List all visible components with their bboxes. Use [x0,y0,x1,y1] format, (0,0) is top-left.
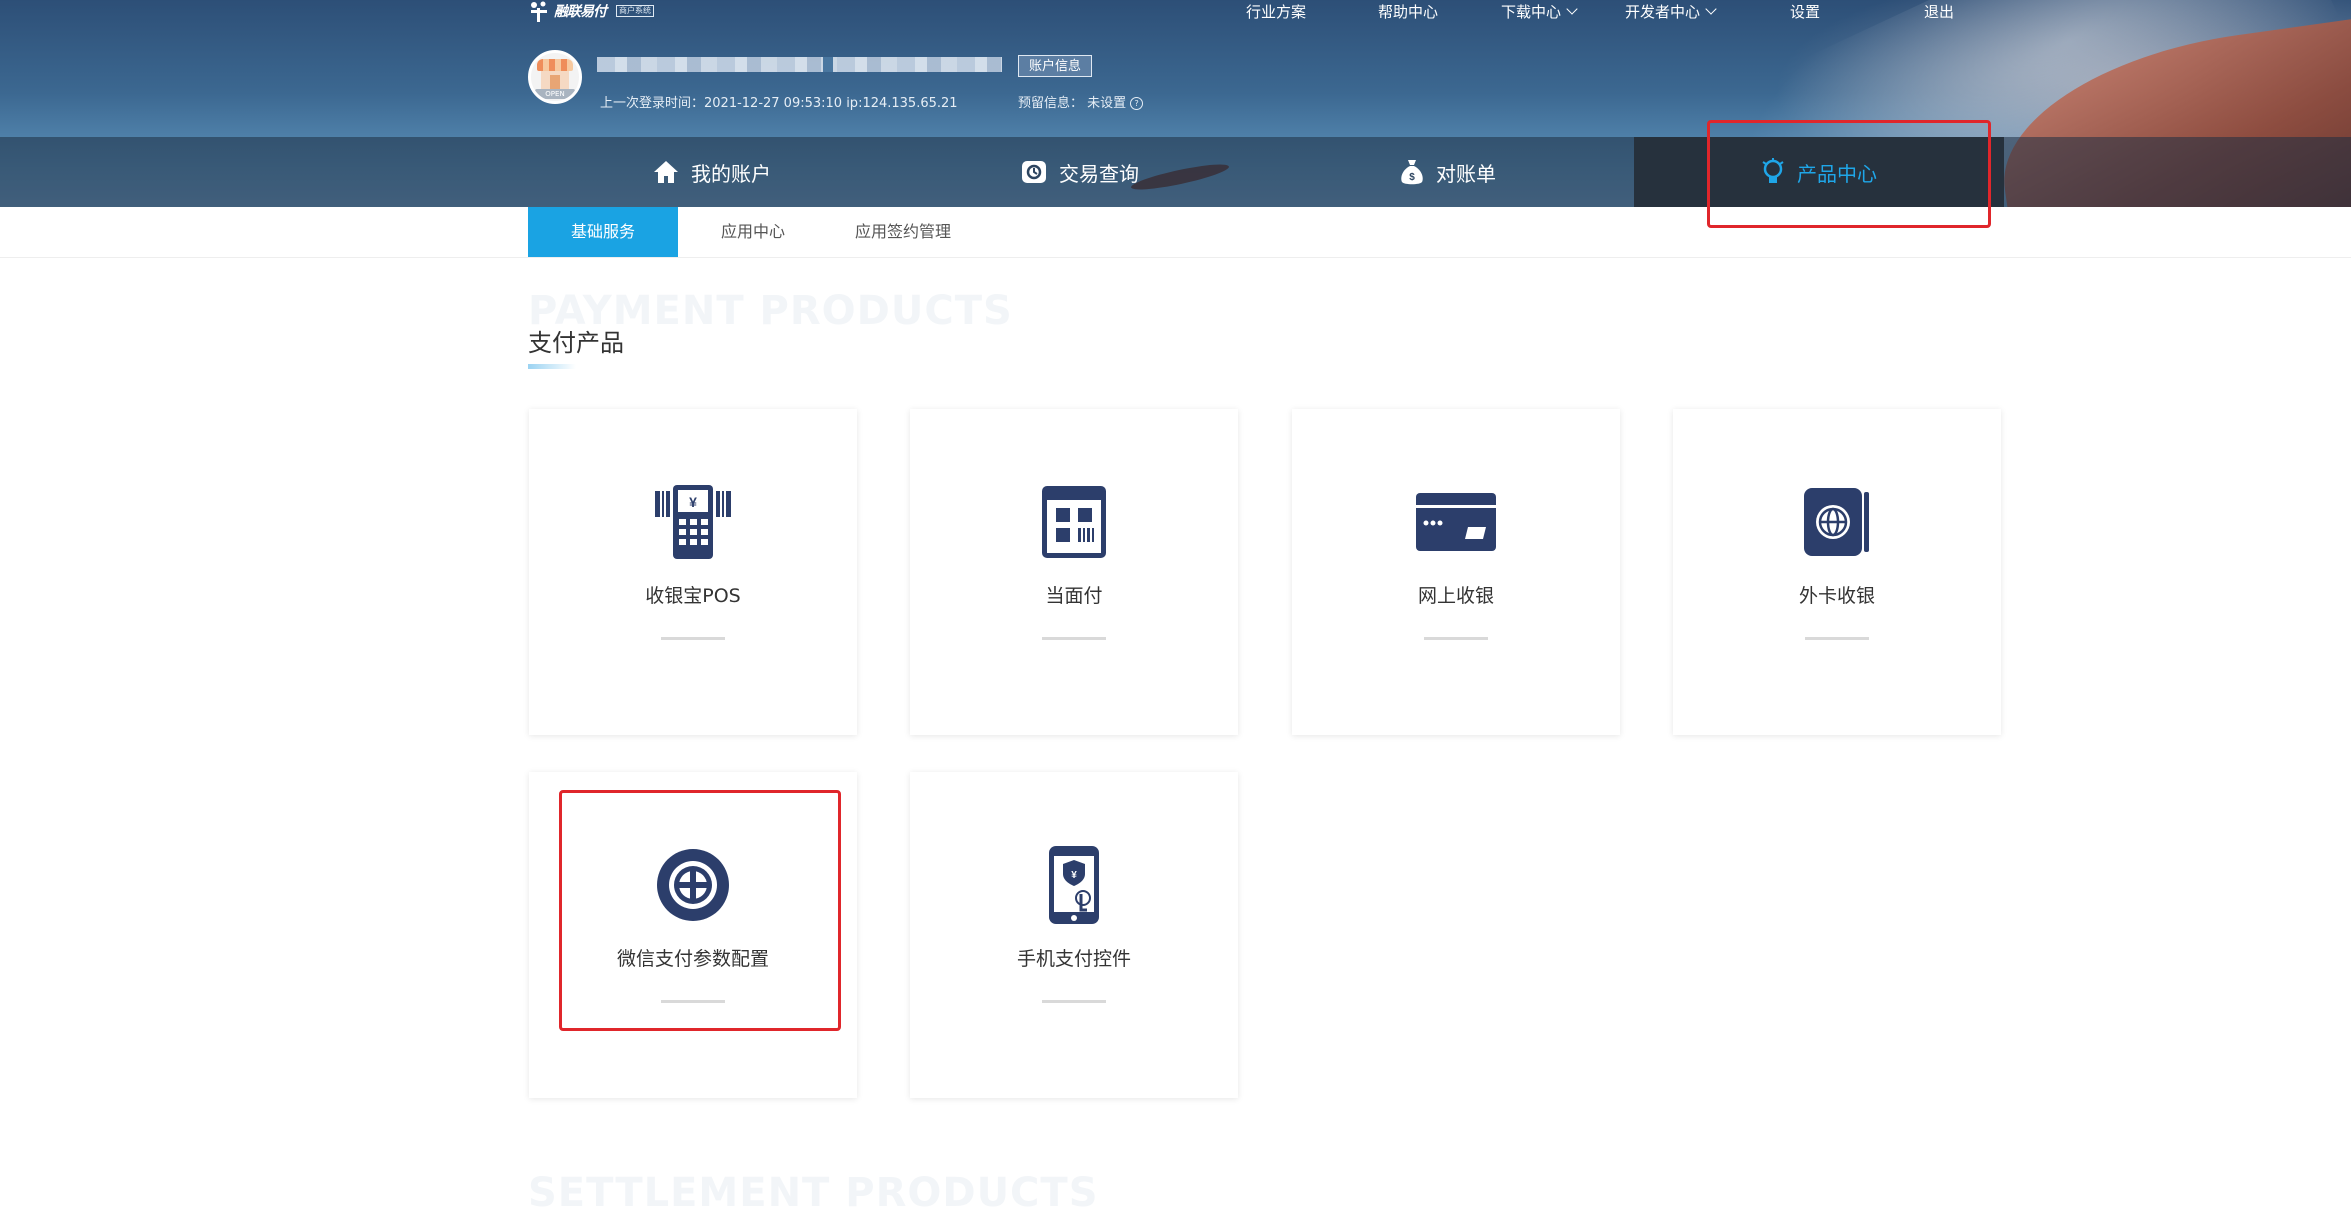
money-bag-icon: $ [1400,158,1424,186]
top-link-settings[interactable]: 设置 [1790,1,1820,22]
svg-text:$: $ [1409,172,1415,183]
top-link-industry[interactable]: 行业方案 [1246,1,1306,22]
qr-code-icon [1034,482,1114,562]
section-title: 支付产品 [528,329,624,357]
help-icon[interactable]: ? [1130,97,1144,110]
product-underline [661,1000,725,1003]
logo-text: 融联易付 [554,4,607,20]
query-icon [1021,160,1047,184]
tab-app-signing-management[interactable]: 应用签约管理 [838,207,968,257]
target-icon [653,845,733,925]
section-underline [528,364,576,369]
logo-subtitle: 商户系统 [616,5,654,17]
svg-text:¥: ¥ [689,494,697,510]
avatar: OPEN [528,50,582,104]
logo[interactable]: 融联易付 商户系统 [528,0,654,22]
top-link-developer[interactable]: 开发者中心 [1625,1,1717,22]
nav-item-statement[interactable]: $ 对账单 [1264,137,1632,207]
product-card-wechat-pay-config[interactable]: 微信支付参数配置 [529,772,857,1098]
product-card-mobile-pay-control[interactable]: ¥ 手机支付控件 [910,772,1238,1098]
svg-text:¥: ¥ [1071,870,1077,881]
next-section-ghost-title: SETTLEMENT PRODUCTS [528,1170,1099,1216]
reserve-info: 预留信息： 未设置? [1018,92,1144,111]
logo-icon [528,0,550,22]
globe-card-icon [1797,482,1877,562]
product-underline [1042,637,1106,640]
product-underline [1042,1000,1106,1003]
mobile-pay-icon: ¥ [1034,845,1114,925]
main-nav: 我的账户 交易查询 $ 对账单 产品中心 [0,137,2351,207]
bank-card-icon [1416,482,1496,562]
product-label: 当面付 [1045,585,1103,607]
masked-merchant-name [597,57,1002,72]
product-card-foreign-card[interactable]: 外卡收银 [1673,409,2001,735]
top-link-download[interactable]: 下载中心 [1501,1,1578,22]
home-icon [653,160,679,184]
sub-tabs: 基础服务 应用中心 应用签约管理 [0,207,2351,258]
chevron-down-icon [1566,3,1578,15]
product-label: 手机支付控件 [1016,948,1131,970]
last-login-info: 上一次登录时间：2021-12-27 09:53:10 ip:124.135.6… [600,96,958,111]
nav-item-transaction-query[interactable]: 交易查询 [896,137,1264,207]
tab-app-center[interactable]: 应用中心 [698,207,808,257]
product-underline [1805,637,1869,640]
header-banner: 融联易付 商户系统 行业方案 帮助中心 下载中心 开发者中心 设置 退出 OPE… [0,0,2351,207]
product-underline [1424,637,1488,640]
avatar-sign: OPEN [535,89,575,99]
product-card-face-pay[interactable]: 当面付 [910,409,1238,735]
product-label: 收银宝POS [645,585,741,607]
reserve-info-text: 预留信息： 未设置 [1018,96,1127,111]
lightbulb-icon [1761,158,1785,186]
product-label: 微信支付参数配置 [616,948,769,970]
product-card-pos[interactable]: ¥ 收银宝POS [529,409,857,735]
account-info-button[interactable]: 账户信息 [1018,55,1093,77]
chevron-down-icon [1705,3,1717,15]
product-label: 外卡收银 [1798,585,1875,607]
product-label: 网上收银 [1417,585,1494,607]
nav-item-product-center[interactable]: 产品中心 [1634,137,2004,207]
product-card-online-cashier[interactable]: 网上收银 [1292,409,1620,735]
top-link-help[interactable]: 帮助中心 [1378,1,1438,22]
tab-basic-services[interactable]: 基础服务 [528,207,678,257]
top-link-logout[interactable]: 退出 [1924,1,1954,22]
nav-item-my-account[interactable]: 我的账户 [528,137,896,207]
product-underline [661,637,725,640]
pos-terminal-icon: ¥ [653,482,733,562]
